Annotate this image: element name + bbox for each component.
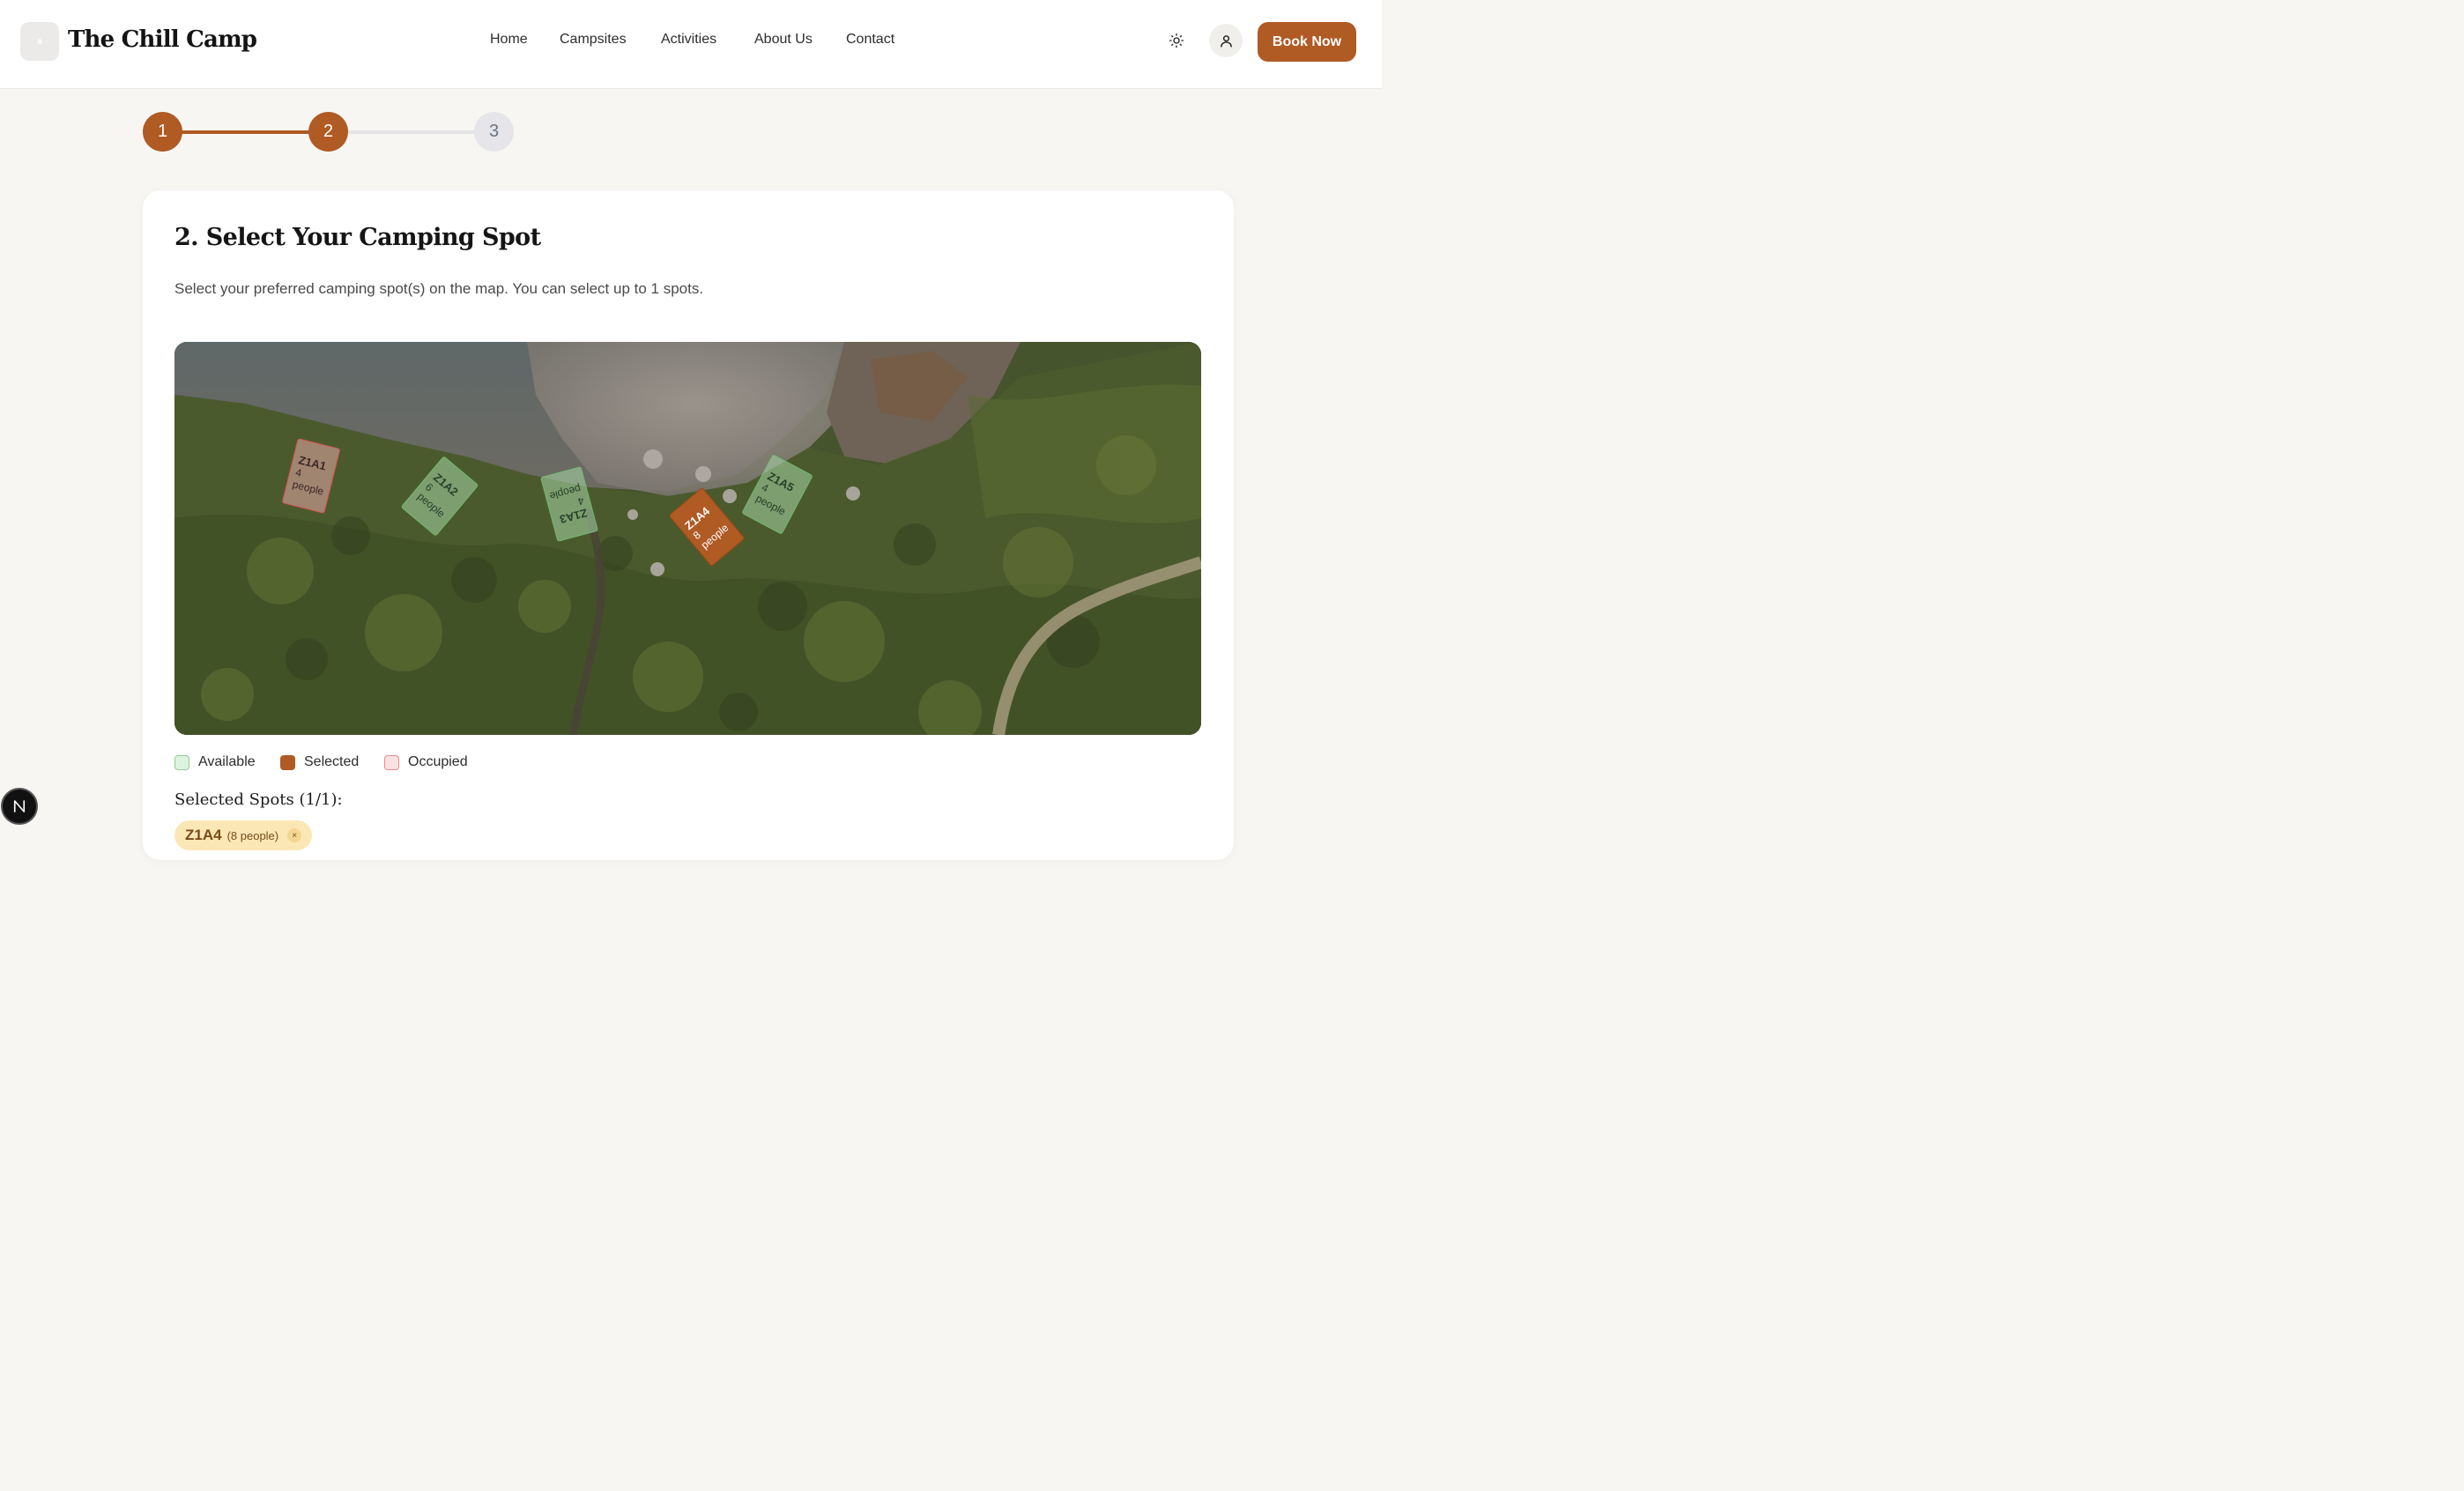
nav-contact[interactable]: Contact xyxy=(846,32,894,48)
book-now-button[interactable]: Book Now xyxy=(1258,22,1356,62)
legend-occupied: Occupied xyxy=(384,754,468,770)
n-logo-icon xyxy=(13,800,26,812)
nav-activities[interactable]: Activities xyxy=(661,32,716,48)
site-header: The Chill Camp Home Campsites Activities… xyxy=(0,0,1382,89)
selected-swatch xyxy=(280,754,295,770)
sun-icon xyxy=(1169,33,1184,48)
chip-spot-capacity: (8 people) xyxy=(226,828,279,842)
selected-spot-chip: Z1A4 (8 people) × xyxy=(174,820,313,850)
booking-stepper: 1 2 3 xyxy=(143,112,515,152)
theme-toggle-button[interactable] xyxy=(1160,24,1193,57)
floating-n-button[interactable] xyxy=(1,788,38,825)
step-1[interactable]: 1 xyxy=(143,112,182,152)
stepper-progress-line xyxy=(178,130,312,134)
section-description: Select your preferred camping spot(s) on… xyxy=(174,280,704,297)
nav-home[interactable]: Home xyxy=(490,32,528,48)
spot-selection-card: 2. Select Your Camping Spot Select your … xyxy=(143,190,1234,860)
step-2[interactable]: 2 xyxy=(308,112,348,152)
legend-selected-label: Selected xyxy=(304,754,360,769)
available-swatch xyxy=(174,754,189,770)
user-icon xyxy=(1220,34,1232,48)
occupied-swatch xyxy=(384,754,399,770)
legend-selected: Selected xyxy=(280,754,359,770)
selected-spots-title: Selected Spots (1/1): xyxy=(174,790,343,809)
chip-spot-id: Z1A4 xyxy=(185,827,222,843)
section-title: 2. Select Your Camping Spot xyxy=(174,224,541,251)
step-3: 3 xyxy=(474,112,514,152)
nav-about-us[interactable]: About Us xyxy=(754,32,813,48)
campsite-map[interactable]: Z1A1 4 people Z1A2 6 people Z1A3 4 peopl… xyxy=(174,342,1201,735)
account-button[interactable] xyxy=(1209,24,1243,57)
legend-available: Available xyxy=(174,754,256,770)
nav-campsites[interactable]: Campsites xyxy=(560,32,627,48)
remove-spot-button[interactable]: × xyxy=(287,828,302,842)
legend-available-label: Available xyxy=(198,754,256,769)
stepper-remaining-line xyxy=(344,130,478,134)
legend-occupied-label: Occupied xyxy=(408,754,468,769)
